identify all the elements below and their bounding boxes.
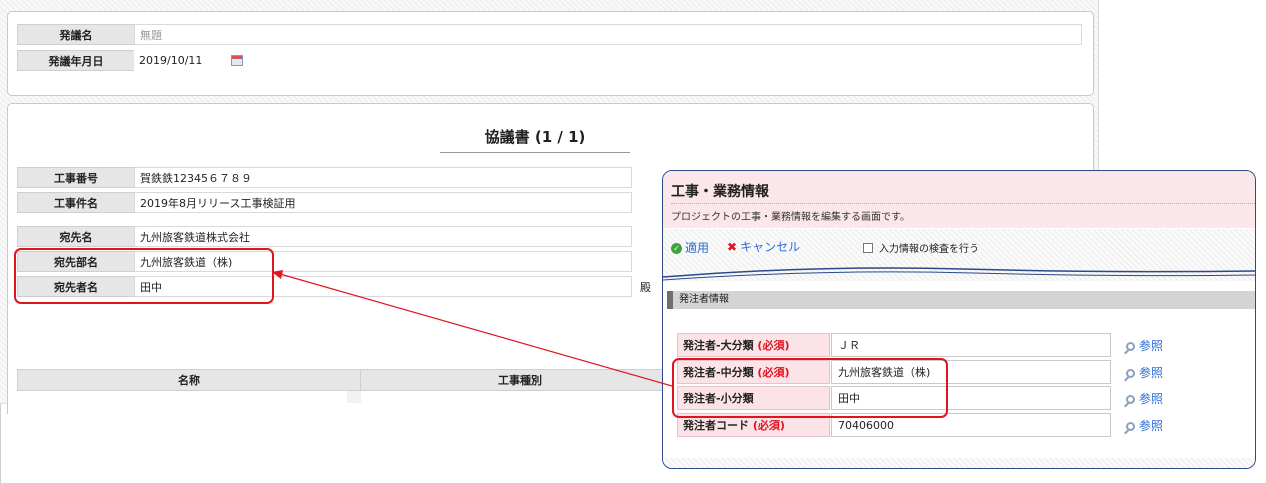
document-title: 協議書 (1 / 1) — [440, 126, 630, 153]
recipient-name-value: 九州旅客鉄道株式会社 — [134, 226, 632, 247]
orderer-section-header: 発注者情報 — [667, 291, 1255, 309]
validate-checkbox-label: 入力情報の検査を行う — [879, 244, 979, 255]
table-row — [17, 391, 347, 403]
dialog-subtitle: プロジェクトの工事・業務情報を編集する画面です。 — [671, 203, 1255, 223]
magnifier-icon — [1126, 395, 1135, 404]
dialog-header: 工事・業務情報 プロジェクトの工事・業務情報を編集する画面です。 — [663, 171, 1255, 228]
date-input[interactable]: 2019/10/11 — [134, 50, 224, 71]
checkbox-icon[interactable] — [863, 243, 873, 253]
construction-number-value: 賀鉄鉄12345６７８９ — [134, 167, 632, 188]
field-label-major: 発注者-大分類 (必須) — [677, 333, 830, 357]
field-input-major[interactable]: ＪＲ — [831, 333, 1111, 357]
dialog-footer — [663, 458, 1255, 468]
title-label: 発議名 — [17, 24, 135, 45]
cancel-button[interactable]: ✖ キャンセル — [727, 238, 800, 255]
magnifier-icon — [1126, 422, 1135, 431]
validate-checkbox[interactable]: 入力情報の検査を行う — [863, 240, 979, 255]
cancel-label: キャンセル — [740, 240, 801, 254]
reference-button-major[interactable]: 参照 — [1126, 337, 1163, 354]
magnifier-icon — [1126, 369, 1135, 378]
table-row-divider — [347, 391, 361, 403]
reference-button-minor[interactable]: 参照 — [1126, 390, 1163, 407]
magnifier-icon — [1126, 342, 1135, 351]
highlight-box-left — [14, 248, 274, 304]
highlight-box-right — [672, 358, 948, 418]
title-input[interactable]: 無題 — [134, 24, 1082, 45]
construction-name-value: 2019年8月リリース工事検証用 — [134, 192, 632, 213]
wave-divider — [663, 267, 1255, 281]
reference-button-code[interactable]: 参照 — [1126, 417, 1163, 434]
calendar-icon[interactable] — [231, 55, 243, 66]
honorific-text: 殿 — [640, 281, 651, 294]
table-header-name: 名称 — [17, 369, 361, 391]
construction-number-label: 工事番号 — [17, 167, 135, 188]
construction-info-dialog: 工事・業務情報 プロジェクトの工事・業務情報を編集する画面です。 ✓ 適用 ✖ キャ… — [662, 170, 1256, 469]
recipient-name-label: 宛先名 — [17, 226, 135, 247]
close-icon: ✖ — [727, 240, 738, 254]
construction-name-label: 工事件名 — [17, 192, 135, 213]
apply-button[interactable]: ✓ 適用 — [671, 239, 709, 256]
table-header-type: 工事種別 — [360, 369, 680, 391]
apply-label: 適用 — [685, 241, 710, 255]
dialog-title: 工事・業務情報 — [671, 184, 769, 200]
reference-button-middle[interactable]: 参照 — [1126, 364, 1163, 381]
date-label: 発議年月日 — [17, 50, 135, 71]
check-circle-icon: ✓ — [671, 243, 682, 254]
